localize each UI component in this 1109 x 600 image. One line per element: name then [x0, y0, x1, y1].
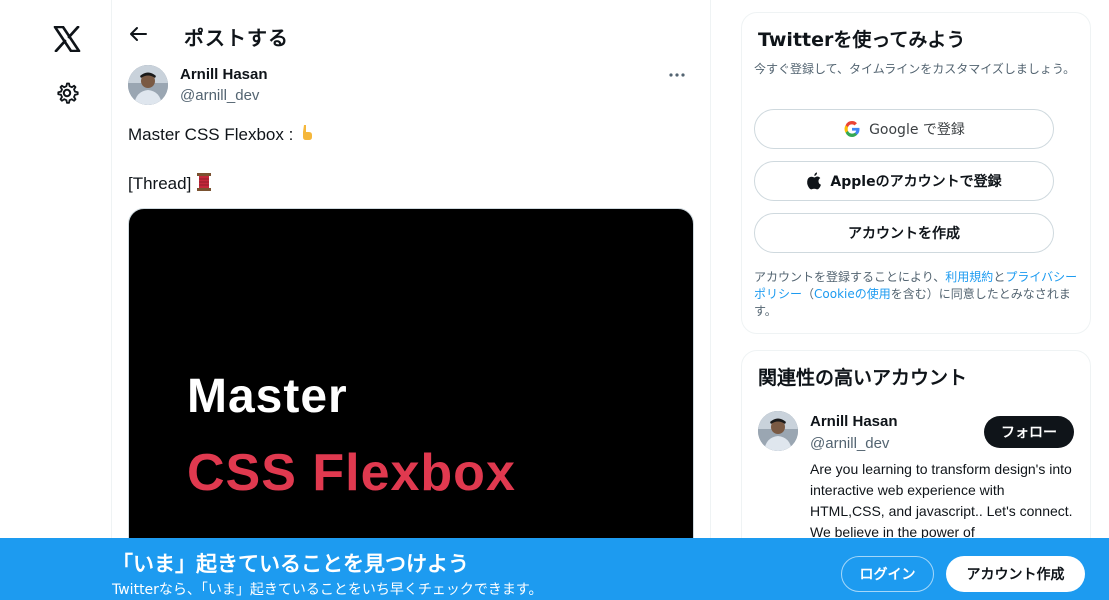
tweet-author: Arnill Hasan @arnill_dev [128, 64, 694, 112]
terms-mid1: と [993, 270, 1006, 284]
avatar[interactable] [128, 65, 168, 105]
tweet-text-line1: Master CSS Flexbox : [128, 124, 294, 144]
related-account-handle[interactable]: @arnill_dev [810, 435, 889, 452]
avatar[interactable] [758, 411, 798, 451]
media-text-line1: Master [187, 370, 348, 423]
thread-spool-emoji [195, 172, 213, 197]
more-options-icon[interactable] [660, 64, 694, 86]
right-sidebar: Twitterを使ってみよう 今すぐ登録して、タイムラインをカスタマイズしましょ… [741, 0, 1091, 600]
cookie-use-link[interactable]: Cookieの使用 [814, 287, 891, 301]
tweet-media[interactable]: Master CSS Flexbox [128, 208, 694, 568]
tweet-text-thread: [Thread] [128, 172, 213, 197]
left-navigation [0, 0, 112, 600]
create-account-label: アカウントを作成 [848, 226, 960, 242]
apple-signup-label: Appleのアカウントで登録 [830, 174, 1002, 190]
terms-pre: アカウントを登録することにより、 [754, 270, 946, 284]
apple-signup-button[interactable]: Appleのアカウントで登録 [754, 161, 1054, 201]
related-account-name[interactable]: Arnill Hasan [810, 413, 898, 430]
signup-card-title: Twitterを使ってみよう [758, 29, 966, 51]
bottom-signup-banner: 「いま」起きていることを見つけよう Twitterなら、「いま」起きていることを… [0, 538, 1109, 600]
login-button[interactable]: ログイン [841, 556, 934, 592]
terms-of-service-link[interactable]: 利用規約 [945, 270, 993, 284]
banner-title: 「いま」起きていることを見つけよう [112, 552, 469, 576]
header-bar: ポストする [112, 12, 710, 60]
author-handle[interactable]: @arnill_dev [180, 87, 259, 104]
media-text-line2: CSS Flexbox [187, 444, 516, 502]
follow-button[interactable]: フォロー [984, 416, 1074, 448]
apple-icon [806, 172, 822, 190]
x-logo-icon[interactable] [48, 20, 86, 58]
google-signup-button[interactable]: Google で登録 [754, 109, 1054, 149]
signup-button[interactable]: アカウント作成 [946, 556, 1085, 592]
tweet-text-line2: [Thread] [128, 173, 192, 193]
page-title: ポストする [184, 26, 289, 50]
gear-icon[interactable] [50, 76, 84, 110]
banner-subtitle: Twitterなら、「いま」起きていることをいち早くチェックできます。 [112, 582, 543, 598]
create-account-button[interactable]: アカウントを作成 [754, 213, 1054, 253]
arrow-left-icon[interactable] [124, 20, 152, 48]
related-account-bio: Are you learning to transform design's i… [810, 461, 1073, 540]
signup-card: Twitterを使ってみよう 今すぐ登録して、タイムラインをカスタマイズしましょ… [741, 12, 1091, 334]
terms-mid2: （ [802, 287, 815, 301]
terms-text: アカウントを登録することにより、利用規約とプライバシーポリシー（Cookieの使… [754, 269, 1082, 320]
author-name[interactable]: Arnill Hasan [180, 66, 268, 83]
pointing-down-emoji [297, 124, 315, 147]
google-icon [843, 120, 861, 138]
main-column: ポストする Arnill Hasan @arnill_dev Master CS… [112, 0, 711, 600]
related-accounts-title: 関連性の高いアカウント [758, 367, 968, 389]
google-signup-label: Google で登録 [869, 122, 965, 138]
signup-card-subtitle: 今すぐ登録して、タイムラインをカスタマイズしましょう。 [754, 62, 1076, 76]
tweet-text: Master CSS Flexbox : [128, 124, 315, 147]
